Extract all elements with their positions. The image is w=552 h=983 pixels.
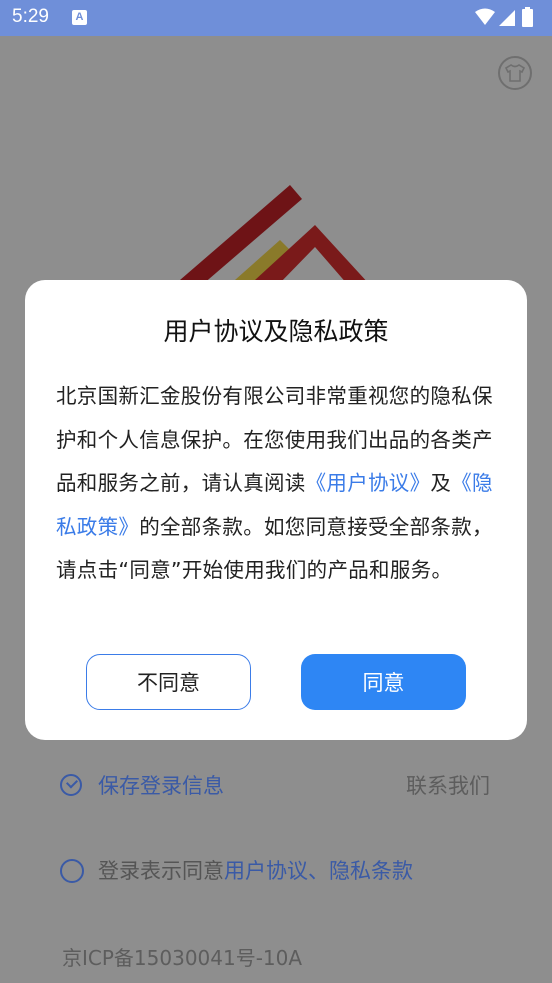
disagree-button[interactable]: 不同意 (86, 654, 251, 710)
agree-button[interactable]: 同意 (301, 654, 466, 710)
dialog-and-text: 及 (430, 471, 452, 495)
tshirt-icon (505, 64, 525, 82)
user-agreement-link[interactable]: 《用户协议》 (306, 471, 431, 495)
signal-icon (499, 10, 515, 26)
theme-skin-button[interactable] (498, 56, 532, 90)
status-bar: 5:29 A (0, 0, 552, 36)
wifi-icon (475, 8, 495, 25)
save-login-checkbox[interactable] (60, 774, 82, 796)
dialog-title: 用户协议及隐私政策 (163, 317, 389, 346)
agree-terms-text: 登录表示同意用户协议、隐私条款 (98, 855, 413, 887)
save-login-label: 保存登录信息 (98, 774, 224, 798)
app-notification-icon: A (72, 10, 87, 25)
battery-icon (522, 7, 533, 27)
agree-terms-radio[interactable] (60, 859, 84, 883)
dialog-body: 北京国新汇金股份有限公司非常重视您的隐私保护和个人信息保护。在您使用我们出品的各… (56, 375, 502, 593)
agree-prefix: 登录表示同意 (98, 859, 224, 883)
company-logo (180, 185, 370, 285)
privacy-dialog: 用户协议及隐私政策 北京国新汇金股份有限公司非常重视您的隐私保护和个人信息保护。… (25, 280, 527, 740)
agree-terms-row[interactable]: 登录表示同意用户协议、隐私条款 (60, 855, 500, 889)
agree-terms-links[interactable]: 用户协议、隐私条款 (224, 859, 413, 883)
contact-us-link[interactable]: 联系我们 (406, 770, 490, 802)
icp-number: 京ICP备15030041号-10A (62, 946, 303, 970)
status-time: 5:29 (12, 6, 49, 27)
save-login-row[interactable]: 保存登录信息 联系我们 (60, 770, 500, 804)
